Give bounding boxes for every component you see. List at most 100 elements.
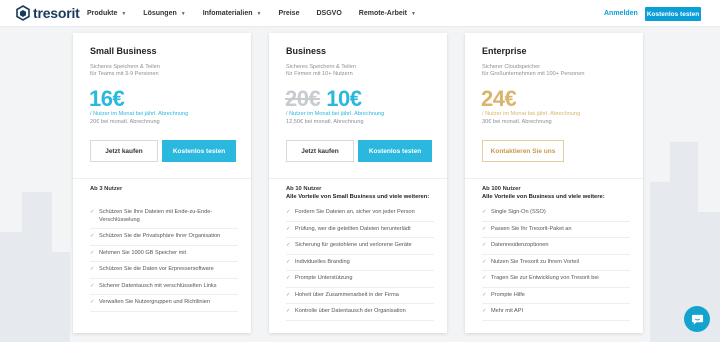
- check-icon: ✓: [286, 275, 291, 281]
- feature-text: Sicherung für gestohlene und verlorene G…: [295, 242, 412, 248]
- features-heading: Ab 3 Nutzer: [90, 185, 122, 193]
- free-trial-button[interactable]: Kostenlos testen: [358, 140, 432, 162]
- check-icon: ✓: [90, 233, 95, 239]
- chevron-down-icon: ▼: [121, 10, 127, 17]
- check-icon: ✓: [286, 225, 291, 232]
- tresorit-logo-icon: [16, 5, 30, 21]
- feature-item: ✓ Tragen Sie zur Entwicklung von Tresorit…: [482, 271, 630, 288]
- nav-item-produkte[interactable]: Produkte ▼: [87, 10, 126, 17]
- check-icon: ✓: [286, 308, 291, 314]
- brand-name: tresorit: [33, 5, 80, 21]
- plan-description: Sicheres Speichern & Teilen: [286, 64, 356, 70]
- check-icon: ✓: [482, 275, 487, 281]
- feature-text: Kontrolle über Datentausch der Organisat…: [295, 308, 406, 314]
- monthly-price: 30€ bei monatl. Abrechnung: [482, 119, 552, 125]
- plan-name: Enterprise: [482, 46, 527, 56]
- old-price: 20€: [285, 86, 321, 111]
- min-users: Ab 10 Nutzer: [286, 186, 322, 192]
- free-trial-button[interactable]: Kostenlos testen: [645, 7, 701, 21]
- login-link[interactable]: Anmelden: [604, 10, 638, 17]
- chevron-down-icon: ▼: [411, 10, 416, 17]
- features-heading: Ab 10 Nutzer Alle Vorteile von Small Busi…: [286, 185, 429, 201]
- nav-item-preise[interactable]: Preise: [278, 10, 299, 17]
- feature-text: Nehmen Sie 1000 GB Speicher mit: [99, 249, 187, 256]
- plan-description: Sicheres Speichern & Teilen: [90, 64, 160, 70]
- feature-text: Datenresidenzoptionen: [491, 242, 549, 248]
- brand-logo[interactable]: tresorit: [16, 5, 80, 21]
- feature-text: Hoheit über Zusammenarbeit in der Firma: [295, 291, 399, 298]
- check-icon: ✓: [482, 225, 487, 232]
- feature-item: ✓ Verwalten Sie Nutzergruppen und Richtli…: [90, 295, 238, 312]
- check-icon: ✓: [286, 242, 291, 248]
- check-icon: ✓: [286, 209, 291, 215]
- buy-now-button[interactable]: Jetzt kaufen: [286, 140, 354, 162]
- plan-card-small-business: Small Business Sicheres Speichern & Teile…: [73, 33, 251, 333]
- plan-audience: für Firmen mit 10+ Nutzern: [286, 71, 353, 77]
- monthly-price: 12,50€ bei monatl. Abrechnung: [286, 119, 364, 125]
- feature-text: Nutzen Sie Tresorit zu Ihrem Vorteil: [491, 258, 579, 265]
- feature-item: ✓ Mehr mit API: [482, 304, 630, 321]
- feature-item: ✓ Nehmen Sie 1000 GB Speicher mit: [90, 246, 238, 262]
- feature-item: ✓ Schützen Sie die Daten vor Erpressersof…: [90, 262, 238, 279]
- feature-list: ✓ Fordern Sie Dateien an, sicher von jede…: [286, 205, 434, 321]
- main-menu: Produkte ▼ Lösungen ▼ Infomaterialien ▼ Preise…: [87, 10, 433, 17]
- feature-text: Prompte Hilfe: [491, 291, 525, 298]
- check-icon: ✓: [286, 258, 291, 265]
- plan-audience: für Großunternehmen mit 100+ Personen: [482, 71, 585, 77]
- feature-text: Verwalten Sie Nutzergruppen und Richtlin…: [99, 299, 211, 305]
- feature-item: ✓ Single Sign-On (SSO): [482, 205, 630, 222]
- monthly-price: 20€ bei monatl. Abrechnung: [90, 119, 160, 125]
- check-icon: ✓: [482, 308, 487, 314]
- current-price: 16€: [89, 86, 125, 111]
- min-users: Ab 100 Nutzer: [482, 186, 521, 192]
- check-icon: ✓: [482, 209, 487, 215]
- chat-button[interactable]: [684, 306, 710, 332]
- buy-now-button[interactable]: Jetzt kaufen: [90, 140, 158, 162]
- feature-text: Passen Sie Ihr Tresorit-Paket an: [491, 225, 572, 232]
- feature-item: ✓ Kontrolle über Datentausch der Organisa…: [286, 304, 434, 321]
- chevron-down-icon: ▼: [180, 10, 186, 17]
- feature-item: ✓ Schützen Sie die Privatsphäre Ihrer Org…: [90, 229, 238, 246]
- features-intro: Alle Vorteile von Small Business und vie…: [286, 194, 430, 200]
- nav-item-label: Infomaterialien: [202, 10, 253, 17]
- price-unit: / Nutzer im Monat bei jährl. Abrechnung: [482, 111, 581, 117]
- plan-price: 16€: [89, 86, 125, 112]
- check-icon: ✓: [90, 299, 95, 305]
- feature-text: Sicherer Datentausch mit verschlüsselten…: [99, 282, 217, 289]
- divider: [465, 178, 643, 179]
- free-trial-button[interactable]: Kostenlos testen: [162, 140, 236, 162]
- feature-item: ✓ Hoheit über Zusammenarbeit in der Firma: [286, 288, 434, 304]
- check-icon: ✓: [90, 209, 95, 215]
- feature-item: ✓ Prompte Hilfe: [482, 288, 630, 304]
- nav-item-dsgvo[interactable]: DSGVO: [316, 10, 341, 17]
- nav-item-label: Produkte: [87, 10, 118, 17]
- price-unit: / Nutzer im Monat bei jährl. Abrechnung: [286, 111, 385, 117]
- check-icon: ✓: [90, 282, 95, 289]
- plan-name: Business: [286, 46, 327, 56]
- feature-text: Mehr mit API: [491, 308, 524, 314]
- check-icon: ✓: [286, 291, 291, 298]
- divider: [73, 178, 251, 179]
- feature-text: Individuelles Branding: [295, 258, 350, 265]
- features-intro: Alle Vorteile von Business und viele wei…: [482, 194, 605, 200]
- feature-item: ✓ Prompte Unterstützung: [286, 271, 434, 288]
- nav-item-l-sungen[interactable]: Lösungen ▼: [143, 10, 185, 17]
- nav-item-label: DSGVO: [316, 10, 342, 17]
- plan-name: Small Business: [90, 46, 157, 56]
- check-icon: ✓: [90, 249, 95, 256]
- check-icon: ✓: [482, 258, 487, 265]
- feature-text: Tragen Sie zur Entwicklung von Tresorit …: [491, 275, 599, 281]
- feature-text: Schützen Sie die Daten vor Erpressersoft…: [99, 266, 214, 272]
- feature-text: Prüfung, wer die geteilten Dateien herun…: [295, 225, 411, 232]
- feature-item: ✓ Schützen Sie Ihre Dateien mit Ende-zu-E…: [90, 205, 238, 229]
- price-unit: / Nutzer im Monat bei jährl. Abrechnung: [90, 111, 189, 117]
- feature-item: ✓ Individuelles Branding: [286, 255, 434, 271]
- feature-item: ✓ Nutzen Sie Tresorit zu Ihrem Vorteil: [482, 255, 630, 271]
- nav-item-remote-arbeit[interactable]: Remote-Arbeit ▼: [359, 10, 416, 17]
- contact-us-button[interactable]: Kontaktieren Sie uns: [482, 140, 564, 162]
- feature-list: ✓ Schützen Sie Ihre Dateien mit Ende-zu-E…: [90, 205, 238, 312]
- nav-item-label: Lösungen: [143, 10, 177, 17]
- nav-item-infomaterialien[interactable]: Infomaterialien ▼: [203, 10, 262, 17]
- feature-item: ✓ Sicherer Datentausch mit verschlüsselte…: [90, 279, 238, 295]
- check-icon: ✓: [482, 291, 487, 298]
